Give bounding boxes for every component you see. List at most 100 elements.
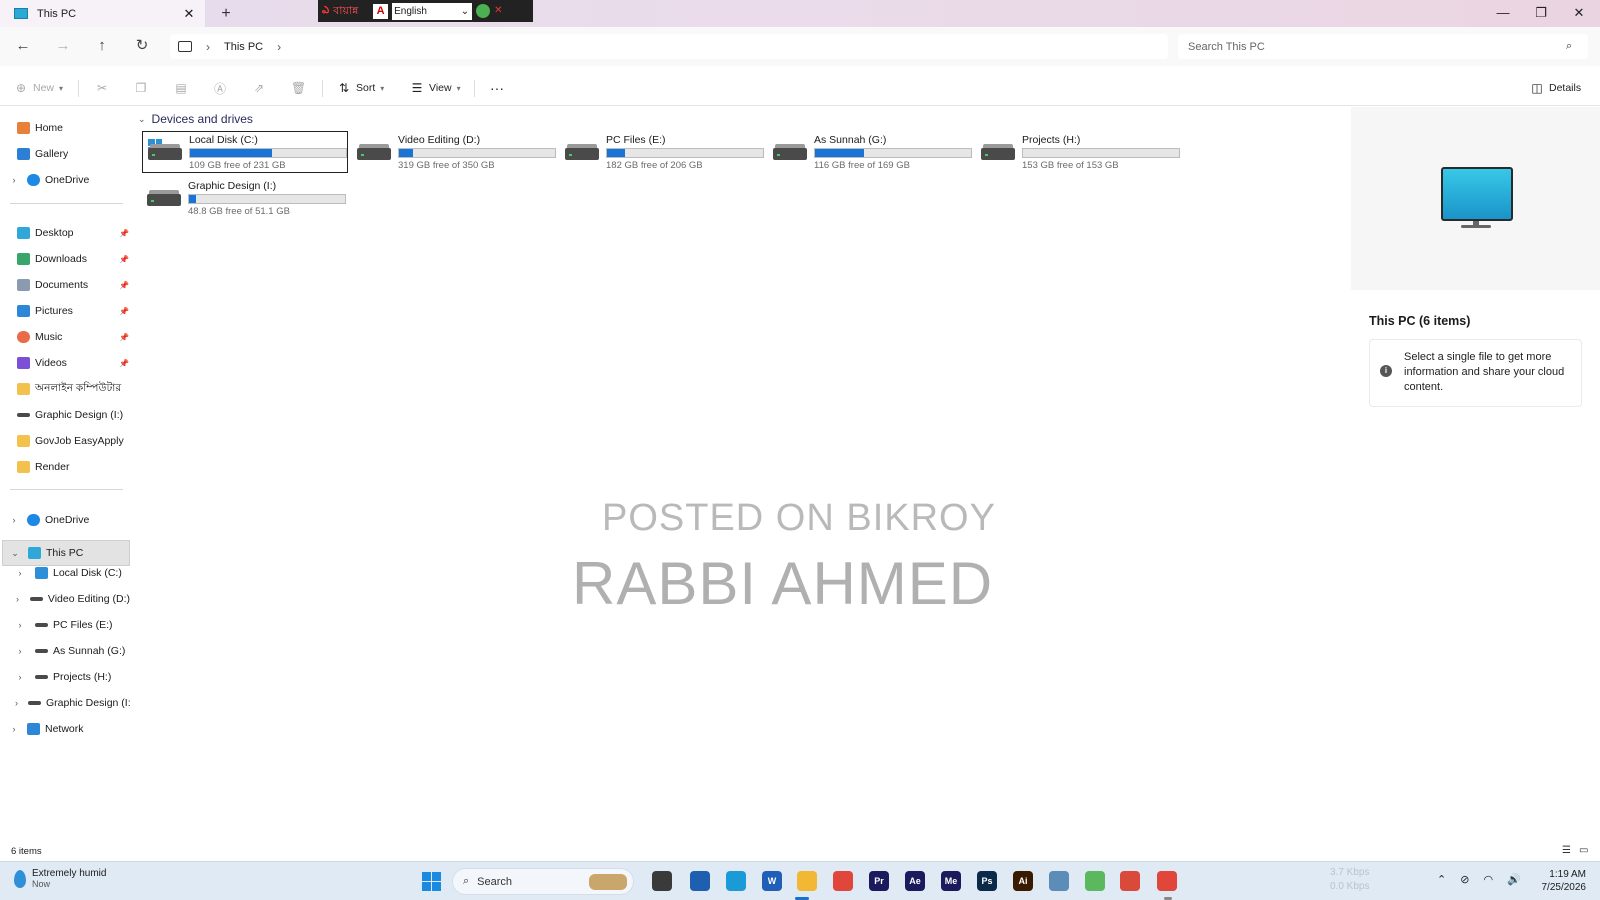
rename-button[interactable]: Ⓐ xyxy=(213,78,227,98)
refresh-button[interactable]: ↻ xyxy=(131,37,153,57)
premiere-icon[interactable]: Pr xyxy=(869,871,889,891)
sidebar-item-graphic-design-i[interactable]: › Graphic Design (I:) xyxy=(15,690,130,716)
pin-icon[interactable]: 📌 xyxy=(119,307,129,316)
pin-icon[interactable]: 📌 xyxy=(119,359,129,368)
sidebar-item-onedrive-2[interactable]: › OneDrive xyxy=(9,507,89,533)
weather-widget[interactable]: Extremely humid Now xyxy=(14,868,106,889)
after-effects-icon[interactable]: Ae xyxy=(905,871,925,891)
sidebar-item-music[interactable]: Music 📌 xyxy=(17,324,149,350)
address-bar[interactable]: › This PC › xyxy=(170,34,1168,59)
copy-button[interactable]: ❐ xyxy=(134,78,148,98)
details-pane-button[interactable]: ◫ Details xyxy=(1530,78,1581,98)
back-button[interactable]: ← xyxy=(12,37,34,57)
media-encoder-icon[interactable]: Me xyxy=(941,871,961,891)
pin-icon[interactable]: 📌 xyxy=(119,255,129,264)
chevron-up-icon[interactable]: ⌃ xyxy=(1437,873,1446,886)
ime-mode-icon[interactable]: A xyxy=(373,3,389,19)
sidebar-item-projects-h[interactable]: › Projects (H:) xyxy=(15,664,130,690)
new-button[interactable]: ⊕ New ▾ xyxy=(14,78,63,98)
chevron-right-icon[interactable]: › xyxy=(15,646,25,656)
sidebar-item-onedrive[interactable]: › OneDrive xyxy=(9,167,89,193)
sidebar-item-downloads[interactable]: Downloads 📌 xyxy=(17,246,149,272)
drive-tile[interactable]: Projects (H:) 153 GB free of 153 GB xyxy=(976,131,1182,173)
chevron-right-icon[interactable]: › xyxy=(15,698,18,708)
chevron-right-icon[interactable]: › xyxy=(15,620,25,630)
sidebar-item-video-editing-d[interactable]: › Video Editing (D:) xyxy=(15,586,130,612)
chevron-right-icon[interactable]: › xyxy=(15,672,25,682)
drive-tile[interactable]: Graphic Design (I:) 48.8 GB free of 51.1 … xyxy=(142,177,348,219)
app-window-icon[interactable] xyxy=(1049,871,1069,891)
globe-icon[interactable] xyxy=(476,4,491,18)
view-button[interactable]: ☰ View ▾ xyxy=(410,78,461,98)
chevron-right-icon[interactable]: › xyxy=(277,40,281,54)
new-tab-button[interactable]: + xyxy=(216,4,236,24)
pin-icon[interactable]: 📌 xyxy=(119,333,129,342)
taskbar-search[interactable]: ⌕ Search xyxy=(452,868,634,895)
tiles-view-icon[interactable]: ▭ xyxy=(1579,845,1588,856)
sidebar-item-render[interactable]: Render xyxy=(17,454,130,480)
chevron-down-icon[interactable]: ⌄ xyxy=(10,548,20,559)
word-icon[interactable]: W xyxy=(762,871,782,891)
drive-tile[interactable]: As Sunnah (G:) 116 GB free of 169 GB xyxy=(768,131,974,173)
sidebar-item-bangla-folder[interactable]: অনলাইন কম্পিউটার xyxy=(17,376,130,402)
color-app-icon[interactable] xyxy=(1120,871,1140,891)
delete-button[interactable]: 🗑 xyxy=(291,78,306,98)
store-icon[interactable] xyxy=(690,871,710,891)
breadcrumb-this-pc[interactable]: This PC xyxy=(224,41,263,53)
pin-icon[interactable]: 📌 xyxy=(119,281,129,290)
sidebar-item-home[interactable]: Home xyxy=(17,115,63,141)
chrome-profile-icon[interactable] xyxy=(1157,871,1177,891)
sidebar-item-pc-files-e[interactable]: › PC Files (E:) xyxy=(15,612,130,638)
sidebar-item-graphic-design[interactable]: Graphic Design (I:) xyxy=(17,402,130,428)
file-explorer-icon[interactable] xyxy=(797,871,817,891)
close-tab-icon[interactable]: ✕ xyxy=(179,6,199,22)
search-icon[interactable]: ⌕ xyxy=(1566,40,1588,53)
more-options-button[interactable]: ··· xyxy=(490,78,504,98)
sort-button[interactable]: ⇅ Sort ▾ xyxy=(337,78,384,98)
drive-tile[interactable]: PC Files (E:) 182 GB free of 206 GB xyxy=(560,131,766,173)
chevron-right-icon[interactable]: › xyxy=(15,568,25,578)
chevron-right-icon[interactable]: › xyxy=(9,515,19,525)
minimize-button[interactable]: — xyxy=(1484,0,1522,27)
sidebar-item-as-sunnah-g[interactable]: › As Sunnah (G:) xyxy=(15,638,130,664)
sidebar-item-desktop[interactable]: Desktop 📌 xyxy=(17,220,149,246)
forward-button[interactable]: → xyxy=(52,37,74,57)
cut-button[interactable]: ✂ xyxy=(95,78,109,98)
green-app-icon[interactable] xyxy=(1085,871,1105,891)
sidebar-item-gallery[interactable]: Gallery xyxy=(17,141,68,167)
details-view-icon[interactable]: ☰ xyxy=(1562,845,1571,856)
tool-icon[interactable]: ✕ xyxy=(494,5,506,17)
cloud-sync-off-icon[interactable]: ⊘ xyxy=(1460,873,1469,886)
sidebar-item-pictures[interactable]: Pictures 📌 xyxy=(17,298,149,324)
task-view-icon[interactable] xyxy=(652,871,672,891)
keyboard-select[interactable]: English ⌄ xyxy=(392,2,473,20)
maximize-button[interactable]: ❐ xyxy=(1522,0,1560,27)
sidebar-item-network[interactable]: › Network xyxy=(9,716,84,742)
chevron-right-icon[interactable]: › xyxy=(9,175,19,185)
photoshop-icon[interactable]: Ps xyxy=(977,871,997,891)
group-header-devices[interactable]: ⌄ Devices and drives xyxy=(138,112,253,126)
tab-this-pc[interactable]: This PC ✕ xyxy=(0,0,205,27)
sidebar-item-govjob[interactable]: GovJob EasyApply xyxy=(17,428,130,454)
share-button[interactable]: ⇗ xyxy=(252,78,266,98)
chrome-icon[interactable] xyxy=(833,871,853,891)
search-input[interactable]: Search This PC ⌕ xyxy=(1178,34,1588,59)
chevron-down-icon[interactable]: ⌄ xyxy=(138,114,146,125)
ime-language-label[interactable]: বায়ান্ন xyxy=(333,2,369,21)
pin-icon[interactable]: 📌 xyxy=(119,229,129,238)
start-button[interactable] xyxy=(422,872,441,891)
sidebar-item-local-disk-c[interactable]: › Local Disk (C:) xyxy=(15,560,130,586)
drive-tile[interactable]: Local Disk (C:) 109 GB free of 231 GB xyxy=(142,131,348,173)
sidebar-item-documents[interactable]: Documents 📌 xyxy=(17,272,149,298)
chevron-right-icon[interactable]: › xyxy=(206,40,210,54)
paste-button[interactable]: ▤ xyxy=(174,78,188,98)
wifi-icon[interactable]: ◠ xyxy=(1483,873,1493,886)
illustrator-icon[interactable]: Ai xyxy=(1013,871,1033,891)
clock[interactable]: 1:19 AM 7/25/2026 xyxy=(1516,868,1587,894)
edge-icon[interactable] xyxy=(726,871,746,891)
drive-tile[interactable]: Video Editing (D:) 319 GB free of 350 GB xyxy=(352,131,558,173)
chevron-right-icon[interactable]: › xyxy=(9,724,19,734)
sidebar-item-videos[interactable]: Videos 📌 xyxy=(17,350,149,376)
close-window-button[interactable]: ✕ xyxy=(1560,0,1598,27)
chevron-right-icon[interactable]: › xyxy=(15,594,20,604)
